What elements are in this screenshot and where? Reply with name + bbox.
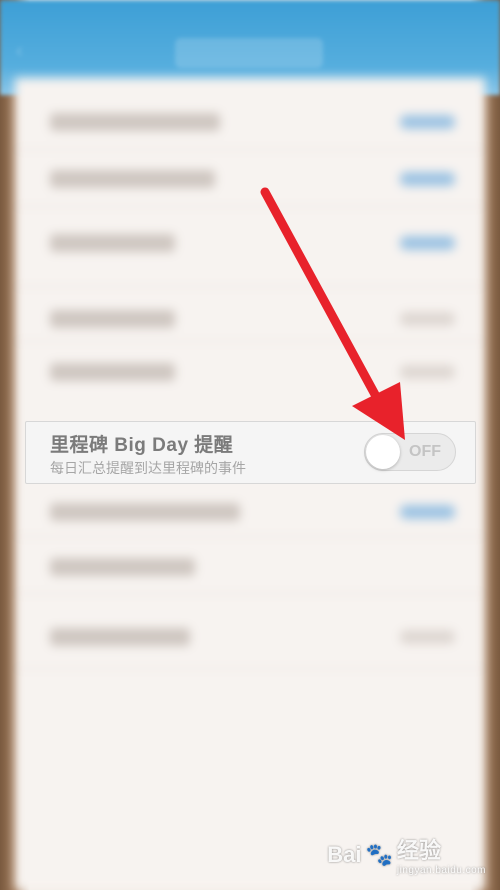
- watermark-brand2-text: 经验: [396, 838, 441, 863]
- baidu-watermark: Bai 🐾 经验 jingyan.baidu.com: [327, 833, 486, 876]
- red-arrow-annotation: [260, 187, 405, 440]
- watermark-brand2: 经验 jingyan.baidu.com: [397, 833, 486, 876]
- watermark-url: jingyan.baidu.com: [396, 865, 486, 876]
- arrow-head: [352, 382, 405, 440]
- watermark-brand: Bai: [327, 841, 362, 867]
- arrow-shaft: [260, 187, 383, 405]
- paw-icon: 🐾: [365, 841, 393, 867]
